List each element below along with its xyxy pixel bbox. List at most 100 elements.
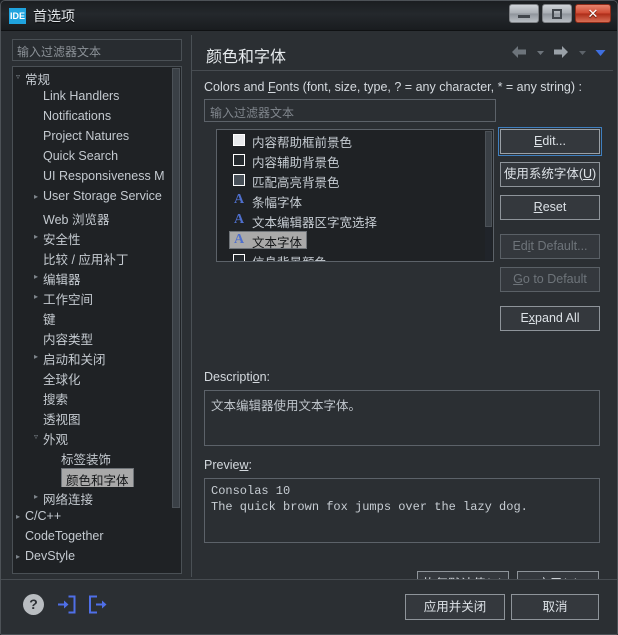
sidebar-item-4[interactable]: Quick Search: [13, 147, 181, 167]
minimize-button[interactable]: [509, 4, 539, 23]
forward-arrow-icon[interactable]: [552, 44, 570, 60]
tree-collapsed-chevron-icon[interactable]: ▸: [34, 293, 42, 301]
sidebar-item-6[interactable]: ▸ User Storage Service: [13, 187, 181, 207]
sidebar-item-label: 外观: [43, 433, 69, 447]
tree-collapsed-chevron-icon[interactable]: ▸: [16, 553, 24, 561]
side-button-0[interactable]: Edit...: [498, 127, 602, 156]
sidebar-item-19[interactable]: 标签装饰: [13, 447, 181, 467]
apply-and-close-button[interactable]: 应用并关闭: [405, 594, 505, 620]
tree-expanded-chevron-icon[interactable]: ▿: [16, 73, 24, 81]
sidebar-item-label: Link Handlers: [43, 89, 120, 103]
sidebar-item-24[interactable]: ▸ DevStyle: [13, 547, 181, 567]
colors-fonts-item-6[interactable]: 信息背景颜色: [217, 250, 493, 261]
sidebar-item-17[interactable]: 透视图: [13, 407, 181, 427]
colors-fonts-item-label: 匹配高亮背景色: [252, 176, 340, 190]
tree-collapsed-chevron-icon[interactable]: ▸: [34, 353, 42, 361]
app-icon: IDE: [9, 8, 26, 24]
sidebar-item-0[interactable]: ▿ 常规: [13, 67, 181, 88]
sidebar-item-12[interactable]: 键: [13, 307, 181, 327]
font-letter-a-icon: A: [233, 232, 245, 247]
dialog-content: 输入过滤器文本 ▿ 常规 Link Handlers Notifications Pro…: [1, 31, 617, 634]
sidebar-item-14[interactable]: ▸ 启动和关闭: [13, 347, 181, 368]
maximize-button[interactable]: [542, 4, 572, 23]
sidebar-item-1[interactable]: Link Handlers: [13, 87, 181, 107]
preview-label: Preview:: [204, 458, 252, 472]
sidebar-item-label: 安全性: [43, 233, 81, 247]
sidebar-item-22[interactable]: ▸ C/C++: [13, 507, 181, 527]
close-button[interactable]: ✕: [575, 4, 611, 23]
help-icon[interactable]: ?: [23, 594, 44, 615]
maximize-icon: [543, 5, 571, 22]
sidebar-item-5[interactable]: UI Responsiveness M: [13, 167, 181, 187]
import-icon[interactable]: [55, 594, 77, 615]
back-arrow-icon[interactable]: [510, 44, 528, 60]
sidebar-item-20[interactable]: 颜色和字体: [13, 467, 181, 487]
colors-fonts-item-label: 条幅字体: [252, 196, 303, 210]
sidebar-item-10[interactable]: ▸ 编辑器: [13, 267, 181, 288]
description-label: Description:: [204, 370, 271, 384]
colors-fonts-item-label: 文本字体: [252, 236, 303, 250]
minimize-icon: [510, 5, 538, 22]
preferences-tree[interactable]: ▿ 常规 Link Handlers Notifications Project Nat…: [12, 66, 182, 574]
tree-collapsed-chevron-icon[interactable]: ▸: [34, 233, 42, 241]
sidebar-item-label: 网络连接: [43, 493, 94, 507]
colors-fonts-item-1[interactable]: 内容辅助背景色: [217, 150, 493, 170]
font-letter-a-icon: A: [233, 212, 245, 227]
main-panel: 颜色和字体 Colors and Fonts (font, size, type…: [191, 35, 613, 597]
sidebar-item-11[interactable]: ▸ 工作空间: [13, 287, 181, 308]
sidebar-item-21[interactable]: ▸ 网络连接: [13, 487, 181, 508]
preferences-tree-list: ▿ 常规 Link Handlers Notifications Project Nat…: [13, 67, 181, 567]
sidebar-item-label: 键: [43, 313, 56, 327]
colors-fonts-scrollbar[interactable]: [485, 131, 492, 260]
sidebar-item-2[interactable]: Notifications: [13, 107, 181, 127]
tree-collapsed-chevron-icon[interactable]: ▸: [16, 513, 24, 521]
sidebar-item-23[interactable]: CodeTogether: [13, 527, 181, 547]
window-title: 首选项: [33, 8, 75, 24]
sidebar-item-label: 全球化: [43, 373, 81, 387]
sidebar-scrollbar-thumb[interactable]: [172, 68, 180, 508]
sidebar-item-13[interactable]: 内容类型: [13, 327, 181, 347]
sidebar-item-label: 比较 / 应用补丁: [43, 253, 129, 267]
forward-dropdown-chevron-down-icon[interactable]: [577, 45, 588, 59]
sidebar-item-label: CodeTogether: [25, 529, 104, 543]
colors-fonts-scrollbar-thumb[interactable]: [485, 131, 492, 227]
sidebar-scrollbar[interactable]: [172, 68, 180, 573]
sidebar-item-label: UI Responsiveness M: [43, 169, 165, 183]
tree-collapsed-chevron-icon[interactable]: ▸: [34, 493, 42, 501]
preferences-window: IDE 首选项 ✕ 输入过滤器文本 ▿ 常规 Link Handlers Notifi…: [0, 0, 618, 635]
side-button-5[interactable]: Expand All: [500, 306, 600, 331]
colors-fonts-item-5[interactable]: A 文本字体: [217, 230, 493, 250]
back-dropdown-chevron-down-icon[interactable]: [535, 45, 546, 59]
tree-collapsed-chevron-icon[interactable]: ▸: [34, 273, 42, 281]
colors-fonts-item-0[interactable]: 内容帮助框前景色: [217, 130, 493, 150]
colors-fonts-list[interactable]: 内容帮助框前景色 内容辅助背景色 匹配高亮背景色 A 条幅字体 A 文本编辑器区字宽选择 A 文…: [216, 129, 494, 262]
export-icon[interactable]: [87, 594, 109, 615]
tree-expanded-chevron-icon[interactable]: ▿: [34, 433, 42, 441]
colors-fonts-item-4[interactable]: A 文本编辑器区字宽选择: [217, 210, 493, 230]
side-button-1[interactable]: 使用系统字体(U): [500, 162, 600, 187]
sidebar-item-label: C/C++: [25, 509, 62, 523]
sidebar-item-label: 透视图: [43, 413, 81, 427]
colors-fonts-item-2[interactable]: 匹配高亮背景色: [217, 170, 493, 190]
sidebar: 输入过滤器文本 ▿ 常规 Link Handlers Notifications Pro…: [8, 35, 188, 577]
sidebar-item-8[interactable]: ▸ 安全性: [13, 227, 181, 248]
sidebar-item-9[interactable]: 比较 / 应用补丁: [13, 247, 181, 267]
color-swatch-icon: [233, 174, 245, 186]
colors-fonts-item-3[interactable]: A 条幅字体: [217, 190, 493, 210]
colors-fonts-filter-input[interactable]: 输入过滤器文本: [204, 99, 496, 122]
sidebar-item-18[interactable]: ▿ 外观: [13, 427, 181, 448]
sidebar-item-15[interactable]: 全球化: [13, 367, 181, 387]
sidebar-item-16[interactable]: 搜索: [13, 387, 181, 407]
navigation-toolbar: [508, 43, 606, 63]
view-menu-chevron-down-icon[interactable]: [594, 45, 606, 59]
sidebar-item-label: Project Natures: [43, 129, 130, 143]
sidebar-filter-input[interactable]: 输入过滤器文本: [12, 39, 182, 61]
color-swatch-icon: [233, 134, 245, 146]
sidebar-item-7[interactable]: Web 浏览器: [13, 207, 181, 227]
tree-collapsed-chevron-icon[interactable]: ▸: [34, 193, 42, 201]
side-button-2[interactable]: Reset: [500, 195, 600, 220]
sidebar-item-3[interactable]: Project Natures: [13, 127, 181, 147]
cancel-button[interactable]: 取消: [511, 594, 599, 620]
colors-fonts-item-label: 内容辅助背景色: [252, 156, 340, 170]
colors-fonts-item-label: 信息背景颜色: [252, 252, 327, 261]
